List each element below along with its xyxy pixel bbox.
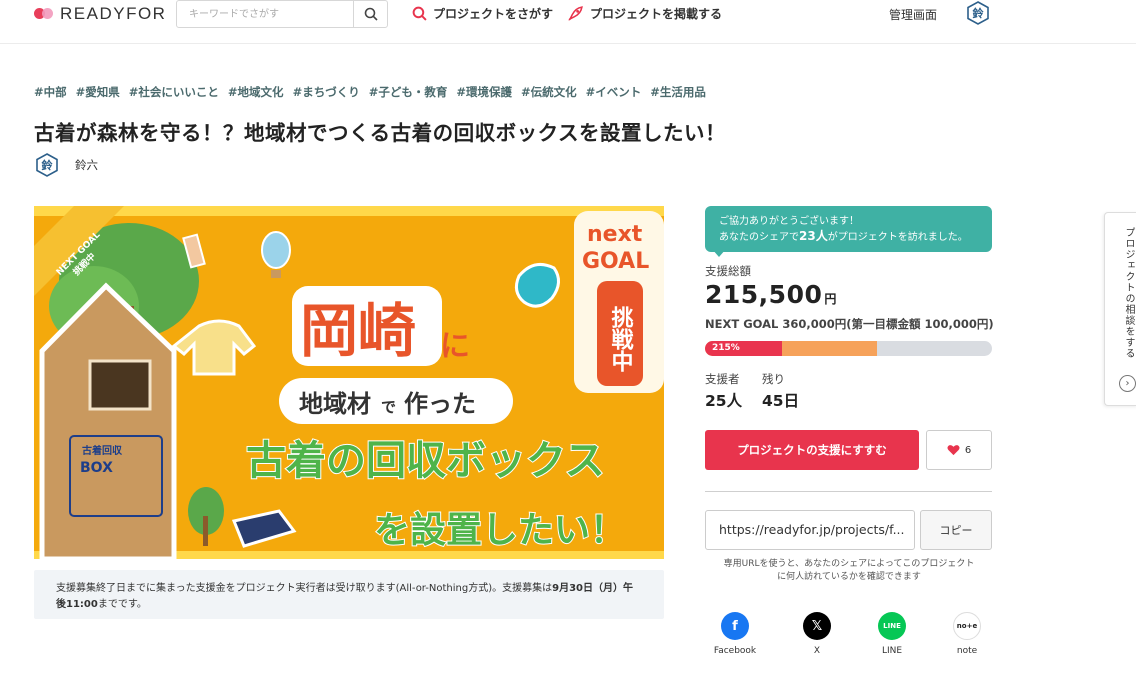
hero-illustration: 古着回収 BOX NEXT GOAL 挑戦中 next GOAL 挑戦中 岡崎 …	[34, 206, 664, 559]
badge-line-2: GOAL	[582, 249, 649, 274]
project-title: 古着が森林を守る！？地域材でつくる古着の回収ボックスを設置したい！	[34, 121, 726, 145]
favorite-button[interactable]: 6	[926, 430, 992, 470]
share-label: Facebook	[713, 646, 757, 656]
share-facebook[interactable]: f Facebook	[705, 612, 765, 656]
project-owner[interactable]: 鈴 鈴六	[36, 153, 98, 177]
nav-post-project[interactable]: プロジェクトを掲載する	[567, 5, 722, 22]
logo-mark-icon	[34, 6, 54, 22]
search-input[interactable]	[177, 1, 353, 27]
balloon-basket	[271, 270, 281, 278]
tag-link[interactable]: #イベント	[586, 84, 642, 100]
supporters-label: 支援者	[705, 372, 740, 386]
tag-link[interactable]: #子ども・教育	[369, 84, 448, 100]
remaining-label: 残り	[762, 372, 785, 386]
box-opening	[88, 359, 152, 411]
search-box	[176, 0, 388, 28]
share-label: note	[956, 646, 978, 656]
last-line: を設置したい！	[374, 510, 626, 551]
search-icon	[364, 7, 378, 21]
copy-url-button[interactable]: コピー	[920, 510, 992, 550]
headline-city: 岡崎	[300, 297, 416, 365]
nav-post-label: プロジェクトを掲載する	[590, 7, 723, 21]
tag-link[interactable]: #環境保護	[456, 84, 512, 100]
project-hero-image: 古着回収 BOX NEXT GOAL 挑戦中 next GOAL 挑戦中 岡崎 …	[34, 206, 664, 559]
consult-side-tab[interactable]: プロジェクトの相談をする ›	[1104, 212, 1136, 406]
facebook-icon: f	[721, 612, 749, 640]
striped-shirt-icon	[231, 509, 297, 548]
subline-a: 地域材	[299, 390, 371, 418]
box-label-1: 古着回収	[82, 444, 123, 457]
share-note[interactable]: no+e note	[937, 612, 997, 656]
main-line: 古着の回収ボックス	[246, 438, 605, 484]
user-avatar[interactable]: 鈴	[967, 1, 989, 25]
share-line[interactable]: LINE LINE	[862, 612, 922, 656]
supporters-count: 25人	[705, 392, 743, 410]
progress-bar: 215%	[705, 341, 992, 356]
chevron-right-icon: ›	[1119, 375, 1136, 392]
x-icon: 𝕏	[803, 612, 831, 640]
funding-notice: 支援募集終了日までに集まった支援金をプロジェクト実行者は受け取ります(All-o…	[34, 570, 664, 619]
box-label-2: BOX	[80, 460, 113, 476]
amount-unit: 円	[824, 292, 837, 306]
support-project-button[interactable]: プロジェクトの支援にすすむ	[705, 430, 919, 470]
next-goal-text: NEXT GOAL 360,000円(第一目標金額 100,000円)	[705, 317, 994, 331]
nav-find-label: プロジェクトをさがす	[433, 7, 554, 21]
tag-link[interactable]: #愛知県	[76, 84, 120, 100]
share-thanks-message: ご協力ありがとうございます！ あなたのシェアで23人がプロジェクトを訪れました。	[705, 206, 992, 252]
tag-link[interactable]: #中部	[34, 84, 67, 100]
badge-line-1: next	[587, 222, 643, 247]
small-tree-trunk	[203, 516, 208, 546]
rocket-icon	[568, 6, 583, 21]
logo-text: READYFOR	[60, 4, 167, 23]
note-icon: no+e	[953, 612, 981, 640]
aichi-map-icon	[514, 262, 560, 308]
notice-text-after: までです。	[97, 599, 147, 610]
share-label: X	[813, 646, 821, 656]
line-icon: LINE	[878, 612, 906, 640]
site-header: READYFOR プロジェクトをさがす プロジェクトを掲載する 管理画面 鈴	[0, 0, 1136, 44]
tag-link[interactable]: #社会にいいこと	[129, 84, 219, 100]
progress-percent: 215%	[712, 343, 740, 353]
side-tab-label: プロジェクトの相談をする	[1123, 227, 1134, 359]
admin-link[interactable]: 管理画面	[889, 6, 937, 23]
total-amount: 215,500 円	[705, 280, 837, 309]
share-x[interactable]: 𝕏 X	[787, 612, 847, 656]
owner-name: 鈴六	[75, 158, 98, 172]
subline-b: で	[381, 398, 396, 416]
owner-avatar-char: 鈴	[41, 159, 53, 172]
thanks-line-1: ご協力ありがとうございます！	[719, 216, 859, 227]
url-help-text: 専用URLを使うと、あなたのシェアによってこのプロジェクトに何人訪れているかを確…	[723, 559, 975, 582]
nav-find-projects[interactable]: プロジェクトをさがす	[412, 5, 553, 22]
owner-avatar: 鈴	[36, 153, 58, 177]
tag-list: #中部 #愛知県 #社会にいいこと #地域文化 #まちづくり #子ども・教育 #…	[34, 84, 706, 100]
favorite-count: 6	[964, 444, 972, 456]
share-label: LINE	[881, 646, 903, 656]
tag-link[interactable]: #生活用品	[650, 84, 706, 100]
thanks-line-2: あなたのシェアで23人がプロジェクトを訪れました。	[719, 229, 968, 243]
subline-c: 作った	[404, 390, 476, 418]
sweater-icon	[171, 319, 257, 376]
search-icon	[412, 6, 427, 21]
share-visitor-count: 23人	[799, 229, 828, 243]
remaining-days: 45日	[762, 392, 800, 410]
search-button[interactable]	[353, 1, 387, 27]
tag-link[interactable]: #伝統文化	[521, 84, 577, 100]
notice-text: 支援募集終了日までに集まった支援金をプロジェクト実行者は受け取ります(All-o…	[56, 583, 553, 594]
divider	[705, 491, 992, 492]
avatar-char: 鈴	[972, 7, 984, 20]
tag-link[interactable]: #地域文化	[228, 84, 284, 100]
heart-icon	[947, 445, 960, 456]
headline-particle: に	[440, 329, 470, 364]
speech-tail	[712, 249, 726, 257]
balloon-icon	[261, 231, 291, 269]
badge-line-3: 挑戦中	[608, 306, 634, 372]
share-url-field[interactable]: https://readyfor.jp/projects/f...	[705, 510, 915, 550]
total-label: 支援総額	[705, 264, 751, 278]
readyfor-logo[interactable]: READYFOR	[34, 4, 166, 24]
tag-link[interactable]: #まちづくり	[293, 84, 360, 100]
